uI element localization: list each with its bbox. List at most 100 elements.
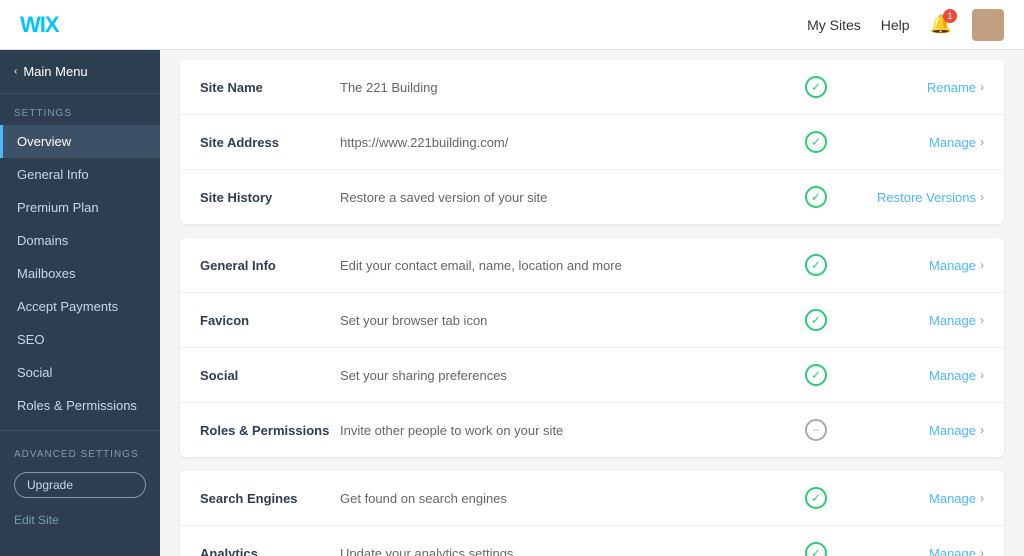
- general-info-card: General Info Edit your contact email, na…: [180, 238, 1004, 457]
- chevron-right-icon: ›: [980, 491, 984, 505]
- table-row: General Info Edit your contact email, na…: [180, 238, 1004, 293]
- avatar[interactable]: [972, 9, 1004, 41]
- table-row: Site Name The 221 Building ✓ Rename ›: [180, 60, 1004, 115]
- restore-versions-link[interactable]: Restore Versions: [877, 190, 976, 205]
- row-label-general-info: General Info: [200, 258, 340, 273]
- table-row: Social Set your sharing preferences ✓ Ma…: [180, 348, 1004, 403]
- row-label-site-name: Site Name: [200, 80, 340, 95]
- sidebar-item-seo[interactable]: SEO: [0, 323, 160, 356]
- check-circle: ✓: [805, 131, 827, 153]
- manage-link-favicon[interactable]: Manage: [929, 313, 976, 328]
- chevron-right-icon: ›: [980, 423, 984, 437]
- main-menu-item[interactable]: ‹ Main Menu: [0, 50, 160, 94]
- content-area: Site Name The 221 Building ✓ Rename › Si…: [160, 50, 1024, 556]
- site-info-card: Site Name The 221 Building ✓ Rename › Si…: [180, 60, 1004, 224]
- table-row: Roles & Permissions Invite other people …: [180, 403, 1004, 457]
- row-label-site-history: Site History: [200, 190, 340, 205]
- row-label-roles-permissions: Roles & Permissions: [200, 423, 340, 438]
- chevron-right-icon: ›: [980, 313, 984, 327]
- manage-link-social[interactable]: Manage: [929, 368, 976, 383]
- row-desc-site-history: Restore a saved version of your site: [340, 190, 798, 205]
- row-action-general-info: Manage ›: [854, 258, 984, 273]
- manage-link-general-info[interactable]: Manage: [929, 258, 976, 273]
- sidebar-item-domains[interactable]: Domains: [0, 224, 160, 257]
- row-action-site-history: Restore Versions ›: [854, 190, 984, 205]
- sidebar: ‹ Main Menu SETTINGS Overview General In…: [0, 50, 160, 556]
- row-desc-roles-permissions: Invite other people to work on your site: [340, 423, 798, 438]
- table-row: Analytics Update your analytics settings…: [180, 526, 1004, 556]
- chevron-right-icon: ›: [980, 80, 984, 94]
- row-desc-analytics: Update your analytics settings: [340, 546, 798, 556]
- sidebar-item-roles-permissions[interactable]: Roles & Permissions: [0, 389, 160, 422]
- manage-link-site-address[interactable]: Manage: [929, 135, 976, 150]
- row-desc-search-engines: Get found on search engines: [340, 491, 798, 506]
- check-circle: ✓: [805, 542, 827, 556]
- check-icon-analytics: ✓: [798, 542, 834, 556]
- row-label-favicon: Favicon: [200, 313, 340, 328]
- upgrade-button[interactable]: Upgrade: [14, 472, 146, 498]
- check-icon-site-name: ✓: [798, 76, 834, 98]
- sidebar-item-mailboxes[interactable]: Mailboxes: [0, 257, 160, 290]
- row-desc-social: Set your sharing preferences: [340, 368, 798, 383]
- topnav: WIX My Sites Help 🔔 1: [0, 0, 1024, 50]
- row-action-roles-permissions: Manage ›: [854, 423, 984, 438]
- rename-link[interactable]: Rename: [927, 80, 976, 95]
- row-label-social: Social: [200, 368, 340, 383]
- sidebar-item-general-info[interactable]: General Info: [0, 158, 160, 191]
- check-circle: ✓: [805, 309, 827, 331]
- row-desc-favicon: Set your browser tab icon: [340, 313, 798, 328]
- check-circle: ✓: [805, 186, 827, 208]
- advanced-settings-label: ADVANCED SETTINGS: [0, 439, 160, 466]
- manage-link-analytics[interactable]: Manage: [929, 546, 976, 556]
- check-icon-site-history: ✓: [798, 186, 834, 208]
- row-label-search-engines: Search Engines: [200, 491, 340, 506]
- sidebar-divider: [0, 430, 160, 431]
- row-desc-site-name: The 221 Building: [340, 80, 798, 95]
- advanced-card: Search Engines Get found on search engin…: [180, 471, 1004, 556]
- table-row: Search Engines Get found on search engin…: [180, 471, 1004, 526]
- sidebar-item-accept-payments[interactable]: Accept Payments: [0, 290, 160, 323]
- chevron-right-icon: ›: [980, 258, 984, 272]
- check-circle: ✓: [805, 487, 827, 509]
- row-desc-site-address: https://www.221building.com/: [340, 135, 798, 150]
- sidebar-item-overview[interactable]: Overview: [0, 125, 160, 158]
- minus-icon-roles-permissions: −: [798, 419, 834, 441]
- row-action-site-address: Manage ›: [854, 135, 984, 150]
- row-action-search-engines: Manage ›: [854, 491, 984, 506]
- topnav-right: My Sites Help 🔔 1: [807, 9, 1004, 41]
- manage-link-search-engines[interactable]: Manage: [929, 491, 976, 506]
- sidebar-item-social[interactable]: Social: [0, 356, 160, 389]
- chevron-right-icon: ›: [980, 546, 984, 556]
- settings-section-label: SETTINGS: [0, 94, 160, 125]
- check-icon-social: ✓: [798, 364, 834, 386]
- row-action-favicon: Manage ›: [854, 313, 984, 328]
- check-circle: ✓: [805, 76, 827, 98]
- main-layout: ‹ Main Menu SETTINGS Overview General In…: [0, 50, 1024, 556]
- check-icon-favicon: ✓: [798, 309, 834, 331]
- check-icon-search-engines: ✓: [798, 487, 834, 509]
- chevron-right-icon: ›: [980, 135, 984, 149]
- main-menu-label: Main Menu: [23, 64, 87, 79]
- chevron-right-icon: ›: [980, 368, 984, 382]
- wix-logo: WIX: [20, 12, 59, 38]
- minus-circle: −: [805, 419, 827, 441]
- row-action-site-name: Rename ›: [854, 80, 984, 95]
- chevron-left-icon: ‹: [14, 66, 17, 77]
- check-circle: ✓: [805, 254, 827, 276]
- check-circle: ✓: [805, 364, 827, 386]
- edit-site-item[interactable]: Edit Site: [0, 504, 160, 536]
- check-icon-general-info: ✓: [798, 254, 834, 276]
- table-row: Favicon Set your browser tab icon ✓ Mana…: [180, 293, 1004, 348]
- row-label-analytics: Analytics: [200, 546, 340, 556]
- manage-link-roles-permissions[interactable]: Manage: [929, 423, 976, 438]
- table-row: Site Address https://www.221building.com…: [180, 115, 1004, 170]
- check-icon-site-address: ✓: [798, 131, 834, 153]
- sidebar-item-premium-plan[interactable]: Premium Plan: [0, 191, 160, 224]
- chevron-right-icon: ›: [980, 190, 984, 204]
- help-link[interactable]: Help: [881, 17, 910, 33]
- my-sites-link[interactable]: My Sites: [807, 17, 861, 33]
- row-label-site-address: Site Address: [200, 135, 340, 150]
- row-action-social: Manage ›: [854, 368, 984, 383]
- table-row: Site History Restore a saved version of …: [180, 170, 1004, 224]
- notifications-icon[interactable]: 🔔 1: [930, 14, 952, 35]
